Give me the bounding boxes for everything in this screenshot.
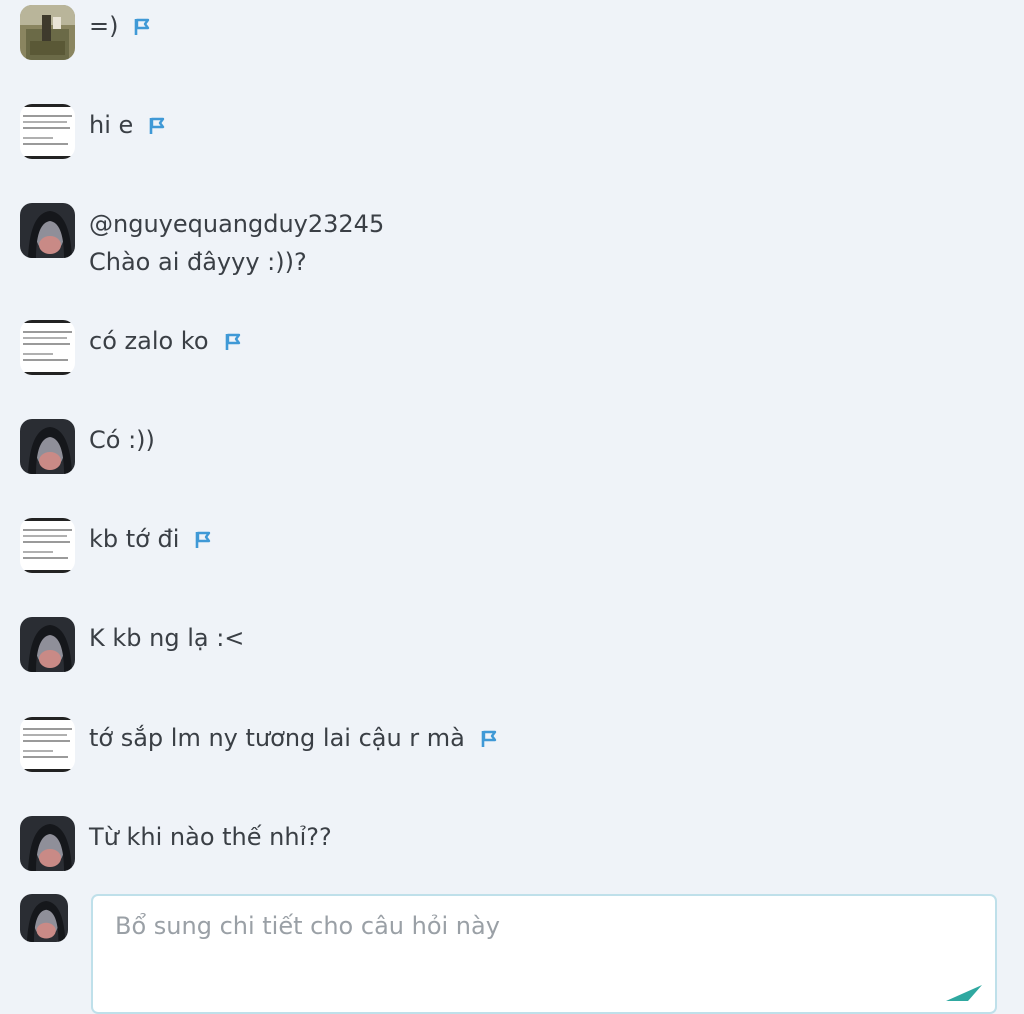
comment-item: hi e — [20, 104, 1000, 164]
comment-body: =) — [89, 7, 152, 48]
comment-body: tớ sắp lm ny tương lai cậu r mà — [89, 719, 499, 760]
comment-text: =) — [89, 12, 119, 40]
comment-body: có zalo ko — [89, 322, 243, 363]
user-mention[interactable]: @nguyequangduy23245 — [89, 205, 384, 243]
comment-input[interactable] — [113, 910, 977, 994]
send-icon[interactable] — [944, 983, 984, 1003]
comment-text: tớ sắp lm ny tương lai cậu r mà — [89, 724, 465, 752]
comment-text: kb tớ đi — [89, 525, 180, 553]
flag-icon[interactable] — [223, 325, 243, 363]
comment-text: Chào ai đâyyy :))? — [89, 248, 307, 276]
flag-icon[interactable] — [479, 722, 499, 760]
girl-avatar[interactable] — [20, 617, 75, 672]
comment-item: @nguyequangduy23245 Chào ai đâyyy :))? — [20, 203, 1000, 283]
document-avatar[interactable] — [20, 320, 75, 375]
document-avatar[interactable] — [20, 104, 75, 159]
comment-item: Có :)) — [20, 419, 1000, 479]
flag-icon[interactable] — [147, 109, 167, 147]
comment-body: Có :)) — [89, 421, 155, 459]
comment-item: kb tớ đi — [20, 518, 1000, 578]
document-avatar[interactable] — [20, 518, 75, 573]
comment-item: có zalo ko — [20, 320, 1000, 380]
comment-text: K kb ng lạ :< — [89, 624, 245, 652]
comment-composer — [91, 894, 997, 1014]
comment-text: có zalo ko — [89, 327, 209, 355]
comment-text: hi e — [89, 111, 134, 139]
comment-item: K kb ng lạ :< — [20, 617, 1000, 677]
comment-body: Từ khi nào thế nhỉ?? — [89, 818, 332, 856]
landscape-avatar[interactable] — [20, 5, 75, 60]
comment-body: kb tớ đi — [89, 520, 213, 561]
flag-icon[interactable] — [132, 10, 152, 48]
current-user-avatar — [20, 894, 68, 942]
girl-avatar[interactable] — [20, 203, 75, 258]
comment-text: Có :)) — [89, 426, 155, 454]
comment-body: K kb ng lạ :< — [89, 619, 244, 657]
document-avatar[interactable] — [20, 717, 75, 772]
girl-avatar[interactable] — [20, 816, 75, 871]
comment-text: Từ khi nào thế nhỉ?? — [89, 823, 332, 851]
comment-item: tớ sắp lm ny tương lai cậu r mà — [20, 717, 1000, 777]
flag-icon[interactable] — [193, 523, 213, 561]
girl-avatar[interactable] — [20, 419, 75, 474]
comment-body: hi e — [89, 106, 167, 147]
comment-item: Từ khi nào thế nhỉ?? — [20, 816, 1000, 876]
comment-item: =) — [20, 5, 1000, 65]
comment-body: @nguyequangduy23245 Chào ai đâyyy :))? — [89, 205, 384, 281]
